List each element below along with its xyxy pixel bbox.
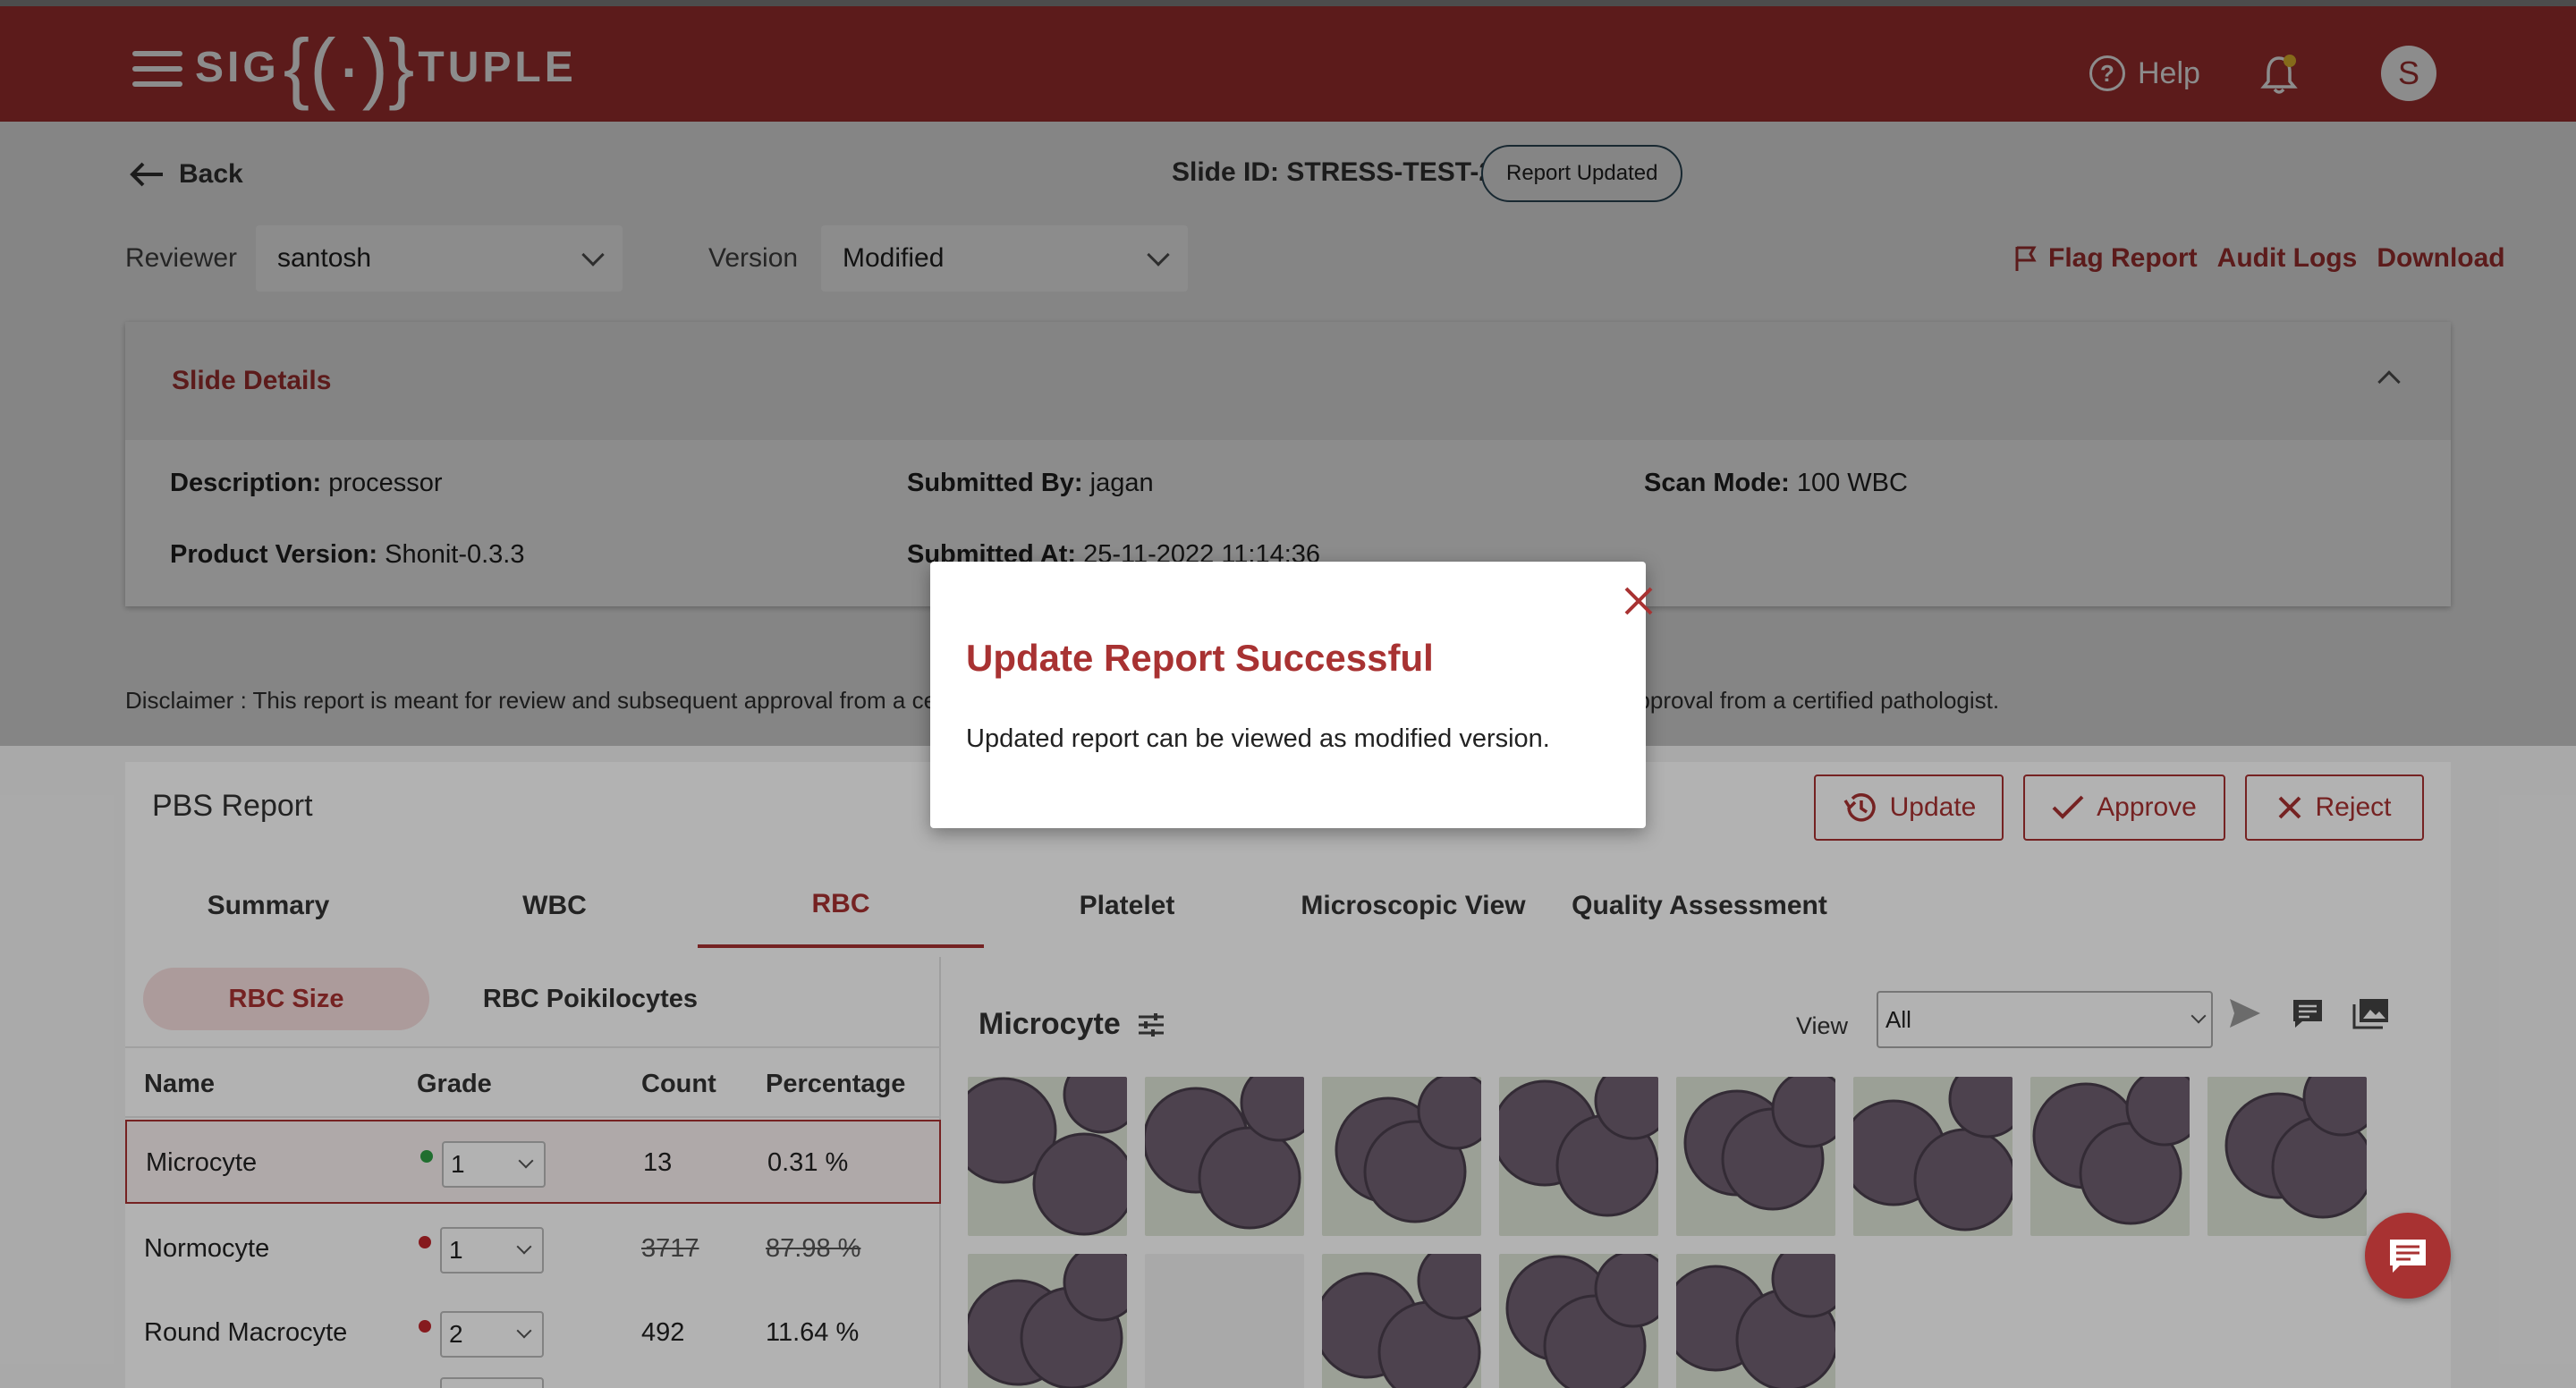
chat-icon	[2390, 1240, 2426, 1273]
dialog-title: Update Report Successful	[966, 637, 1434, 679]
chat-button[interactable]	[2365, 1213, 2451, 1299]
dialog-message: Updated report can be viewed as modified…	[966, 724, 1550, 753]
update-success-dialog: Update Report Successful Updated report …	[930, 562, 1653, 828]
modal-backdrop-lower[interactable]	[0, 746, 2576, 1388]
close-icon[interactable]	[1623, 585, 1655, 617]
